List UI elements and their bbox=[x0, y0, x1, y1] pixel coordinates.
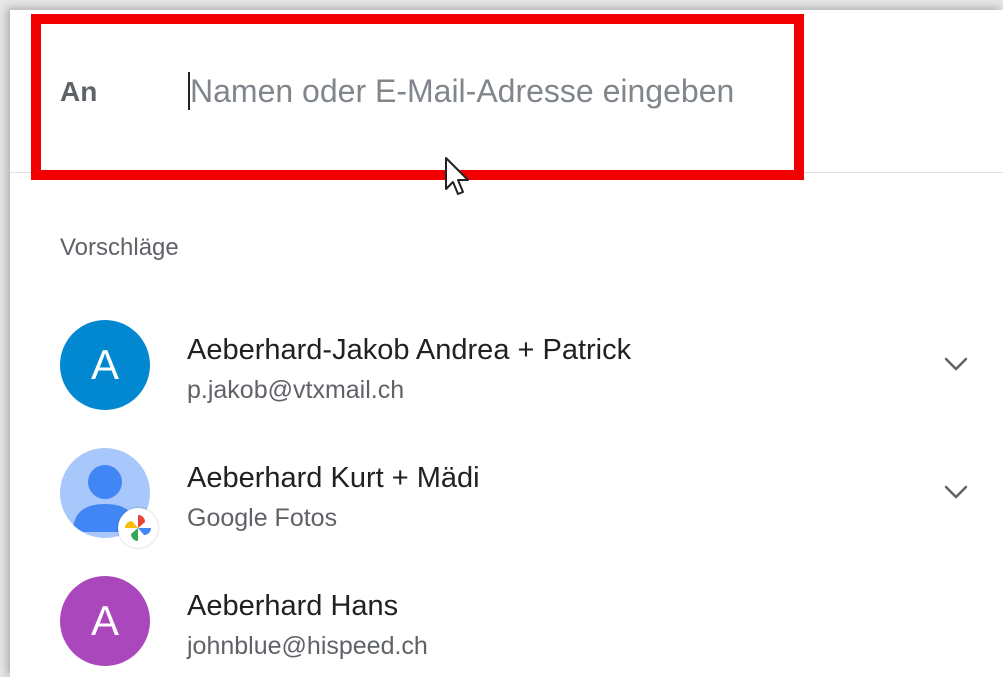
contact-item[interactable]: A Aeberhard-Jakob Andrea + Patrick p.jak… bbox=[10, 306, 1003, 426]
avatar-initial: A bbox=[90, 597, 119, 644]
recipient-row[interactable]: An bbox=[10, 10, 1003, 180]
recipient-picker-panel: An Vorschläge A Aeberhard-Jakob Andrea +… bbox=[10, 10, 1003, 677]
contact-email: p.jakob@vtxmail.ch bbox=[187, 376, 405, 404]
chevron-down-icon[interactable] bbox=[940, 476, 972, 508]
contact-avatar: A bbox=[60, 576, 150, 666]
chevron-down-icon[interactable] bbox=[940, 348, 972, 380]
contact-name: Aeberhard-Jakob Andrea + Patrick bbox=[187, 334, 632, 366]
contact-avatar: A bbox=[60, 320, 150, 410]
contact-source: Google Fotos bbox=[187, 504, 338, 532]
contact-email: johnblue@hispeed.ch bbox=[187, 632, 428, 660]
google-photos-icon bbox=[125, 515, 151, 541]
contact-item[interactable]: Aeberhard Kurt + Mädi Google Fotos bbox=[10, 434, 1003, 554]
google-photos-badge bbox=[118, 508, 158, 548]
contact-name: Aeberhard Hans bbox=[187, 590, 399, 622]
highlight-annotation-box bbox=[31, 14, 804, 180]
avatar-initial: A bbox=[90, 341, 119, 388]
contact-name: Aeberhard Kurt + Mädi bbox=[187, 462, 480, 494]
mouse-pointer-icon bbox=[445, 157, 469, 195]
suggestions-header: Vorschläge bbox=[60, 234, 179, 261]
contact-item[interactable]: A Aeberhard Hans johnblue@hispeed.ch bbox=[10, 562, 1003, 677]
